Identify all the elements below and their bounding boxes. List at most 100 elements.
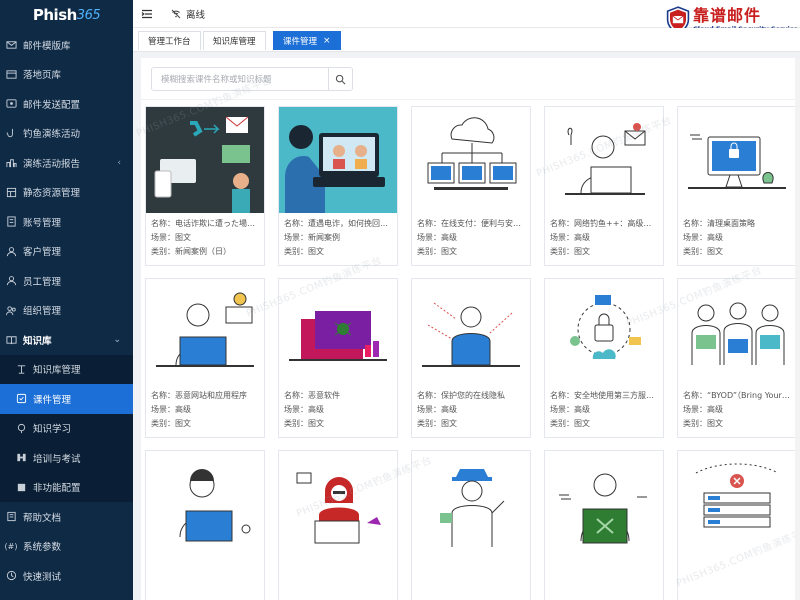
- card-name: 名称：恶意软件: [284, 391, 340, 400]
- card-category: 类别：图文: [284, 247, 324, 256]
- sidebar-menu: 邮件模版库 落地页库 邮件发送配置 钓鱼演练活动 演练活动报告 ‹ 静态资源管理 …: [0, 30, 133, 355]
- card-scene: 场景：高级: [683, 233, 723, 242]
- account-icon: [5, 216, 17, 228]
- status-text: 离线: [186, 9, 206, 21]
- resource-icon: [5, 186, 17, 198]
- sidebar-item-label: 组织管理: [23, 306, 62, 318]
- course-card[interactable]: [278, 450, 398, 600]
- app-logo[interactable]: Phish 365: [0, 0, 133, 30]
- course-card[interactable]: [145, 450, 265, 600]
- card-name: 名称：网络钓鱼++：高级…: [550, 219, 652, 228]
- sidebar-item-organization[interactable]: 组织管理: [0, 296, 133, 326]
- course-card[interactable]: 名称：恶意网站和应用程序 场景：高级 类别：图文: [145, 278, 265, 438]
- course-card[interactable]: 名称：在线支付：便利与安… 场景：高级 类别：图文: [411, 106, 531, 266]
- sidebar-item-label: 知识学习: [33, 424, 72, 436]
- sidebar-item-label: 知识库管理: [33, 365, 81, 377]
- course-card[interactable]: [544, 450, 664, 600]
- card-image: [279, 279, 397, 385]
- course-card[interactable]: 名称：电话诈欺に遭った場… 场景：图文 类别：新闻案例（日）: [145, 106, 265, 266]
- menu-toggle-icon[interactable]: [141, 8, 153, 20]
- report-icon: [5, 157, 17, 169]
- course-card[interactable]: [411, 450, 531, 600]
- close-icon[interactable]: ×: [323, 36, 331, 46]
- card-category: 类别：图文: [683, 419, 723, 428]
- course-card[interactable]: [677, 450, 797, 600]
- course-card[interactable]: 名称：安全地使用第三方服… 场景：高级 类别：图文: [544, 278, 664, 438]
- help-icon: [5, 511, 17, 523]
- sidebar-item-report[interactable]: 演练活动报告 ‹: [0, 148, 133, 178]
- sidebar-item-label: 邮件发送配置: [23, 99, 81, 111]
- card-image: [146, 107, 264, 213]
- organization-icon: [5, 304, 17, 316]
- card-image: [678, 107, 796, 213]
- sidebar-subitem-courseware[interactable]: 课件管理: [0, 384, 133, 414]
- card-scene: 场景：高级: [417, 405, 457, 414]
- sidebar-item-phishing-activity[interactable]: 钓鱼演练活动: [0, 119, 133, 149]
- sidebar-item-knowledge[interactable]: 知识库 ⌄: [0, 325, 133, 355]
- sidebar-item-label: 客户管理: [23, 247, 62, 259]
- card-image: [545, 451, 663, 557]
- card-category: 类别：新闻案例（日）: [151, 247, 231, 256]
- course-card[interactable]: 名称：恶意软件 场景：高级 类别：图文: [278, 278, 398, 438]
- sidebar-item-label: 落地页库: [23, 70, 62, 82]
- courseware-icon: [15, 393, 27, 405]
- scrollbar[interactable]: [795, 58, 800, 600]
- card-image: [412, 279, 530, 385]
- course-card[interactable]: 名称：网络钓鱼++：高级… 场景：高级 类别：图文: [544, 106, 664, 266]
- card-name: 名称：电话诈欺に遭った場…: [151, 219, 255, 228]
- system-icon: (#): [4, 541, 18, 551]
- sidebar-item-label: 帮助文档: [23, 512, 62, 524]
- sidebar-item-help[interactable]: 帮助文档: [0, 502, 133, 532]
- card-name: 名称：恶意网站和应用程序: [151, 391, 247, 400]
- phishing-activity-icon: [5, 127, 17, 139]
- sidebar-item-label: 快速测试: [23, 571, 62, 583]
- mail-send-icon: [5, 98, 17, 110]
- offline-icon: [171, 9, 181, 19]
- main-content: 模糊搜索课件名称或知识标题 名称：电话诈欺に遭った場… 场景：图文 类别：新闻案例（…: [135, 58, 800, 600]
- sidebar-item-label: 账号管理: [23, 217, 62, 229]
- sidebar-item-label: 培训与考试: [33, 453, 81, 465]
- customer-icon: [5, 245, 17, 257]
- sidebar-item-label: 钓鱼演练活动: [23, 129, 81, 141]
- sidebar-item-quick-test[interactable]: 快速测试: [0, 561, 133, 591]
- quick-test-icon: [5, 570, 17, 582]
- sidebar-item-label: 邮件模版库: [23, 40, 71, 52]
- sidebar-subitem-config[interactable]: 非功能配置: [0, 473, 133, 503]
- chevron-down-icon: ⌄: [113, 334, 121, 345]
- chevron-left-icon: ‹: [117, 157, 121, 168]
- card-image: [678, 279, 796, 385]
- exam-icon: [15, 452, 27, 464]
- sidebar-subitem-exam[interactable]: 培训与考试: [0, 443, 133, 473]
- sidebar-item-mail-send[interactable]: 邮件发送配置: [0, 89, 133, 119]
- top-bar: 离线 靠谱邮件 Cloud Email Security Service: [133, 0, 800, 34]
- sidebar-item-system[interactable]: (#) 系统参数: [0, 532, 133, 562]
- sidebar-item-employee[interactable]: 员工管理: [0, 266, 133, 296]
- knowledge-manage-icon: [15, 363, 27, 375]
- tab-workbench[interactable]: 管理工作台: [138, 31, 201, 50]
- tab-label: 知识库管理: [213, 37, 256, 47]
- course-card[interactable]: 名称：清理桌面策略 场景：高级 类别：图文: [677, 106, 797, 266]
- card-category: 类别：图文: [417, 247, 457, 256]
- sidebar-subitem-knowledge-manage[interactable]: 知识库管理: [0, 355, 133, 385]
- sidebar-item-mail-template[interactable]: 邮件模版库: [0, 30, 133, 60]
- sidebar-item-customer[interactable]: 客户管理: [0, 237, 133, 267]
- search-input[interactable]: 模糊搜索课件名称或知识标题: [152, 73, 328, 85]
- sidebar-item-account[interactable]: 账号管理: [0, 207, 133, 237]
- course-card[interactable]: 名称：“BYOD”（Bring Your … 场景：高级 类别：图文: [677, 278, 797, 438]
- sidebar-item-landing-page[interactable]: 落地页库: [0, 60, 133, 90]
- course-card[interactable]: 名称：保护您的在线隐私 场景：高级 类别：图文: [411, 278, 531, 438]
- course-card[interactable]: 名称：遭遇电诈，如何挽回… 场景：新闻案例 类别：图文: [278, 106, 398, 266]
- card-scene: 场景：高级: [683, 405, 723, 414]
- logo-number: 365: [76, 7, 101, 23]
- card-image: [279, 451, 397, 557]
- card-category: 类别：图文: [151, 419, 191, 428]
- search-button[interactable]: [328, 68, 352, 90]
- sidebar-item-resource[interactable]: 静态资源管理: [0, 178, 133, 208]
- card-name: 名称：遭遇电诈，如何挽回…: [284, 219, 388, 228]
- tab-knowledge-manage[interactable]: 知识库管理: [203, 31, 266, 50]
- tab-courseware[interactable]: 课件管理 ×: [273, 31, 341, 50]
- card-image: [146, 451, 264, 557]
- sidebar: Phish 365 邮件模版库 落地页库 邮件发送配置 钓鱼演练活动 演练活动报告…: [0, 0, 133, 600]
- sidebar-subitem-learning[interactable]: 知识学习: [0, 414, 133, 444]
- sidebar-item-label: 知识库: [23, 335, 52, 347]
